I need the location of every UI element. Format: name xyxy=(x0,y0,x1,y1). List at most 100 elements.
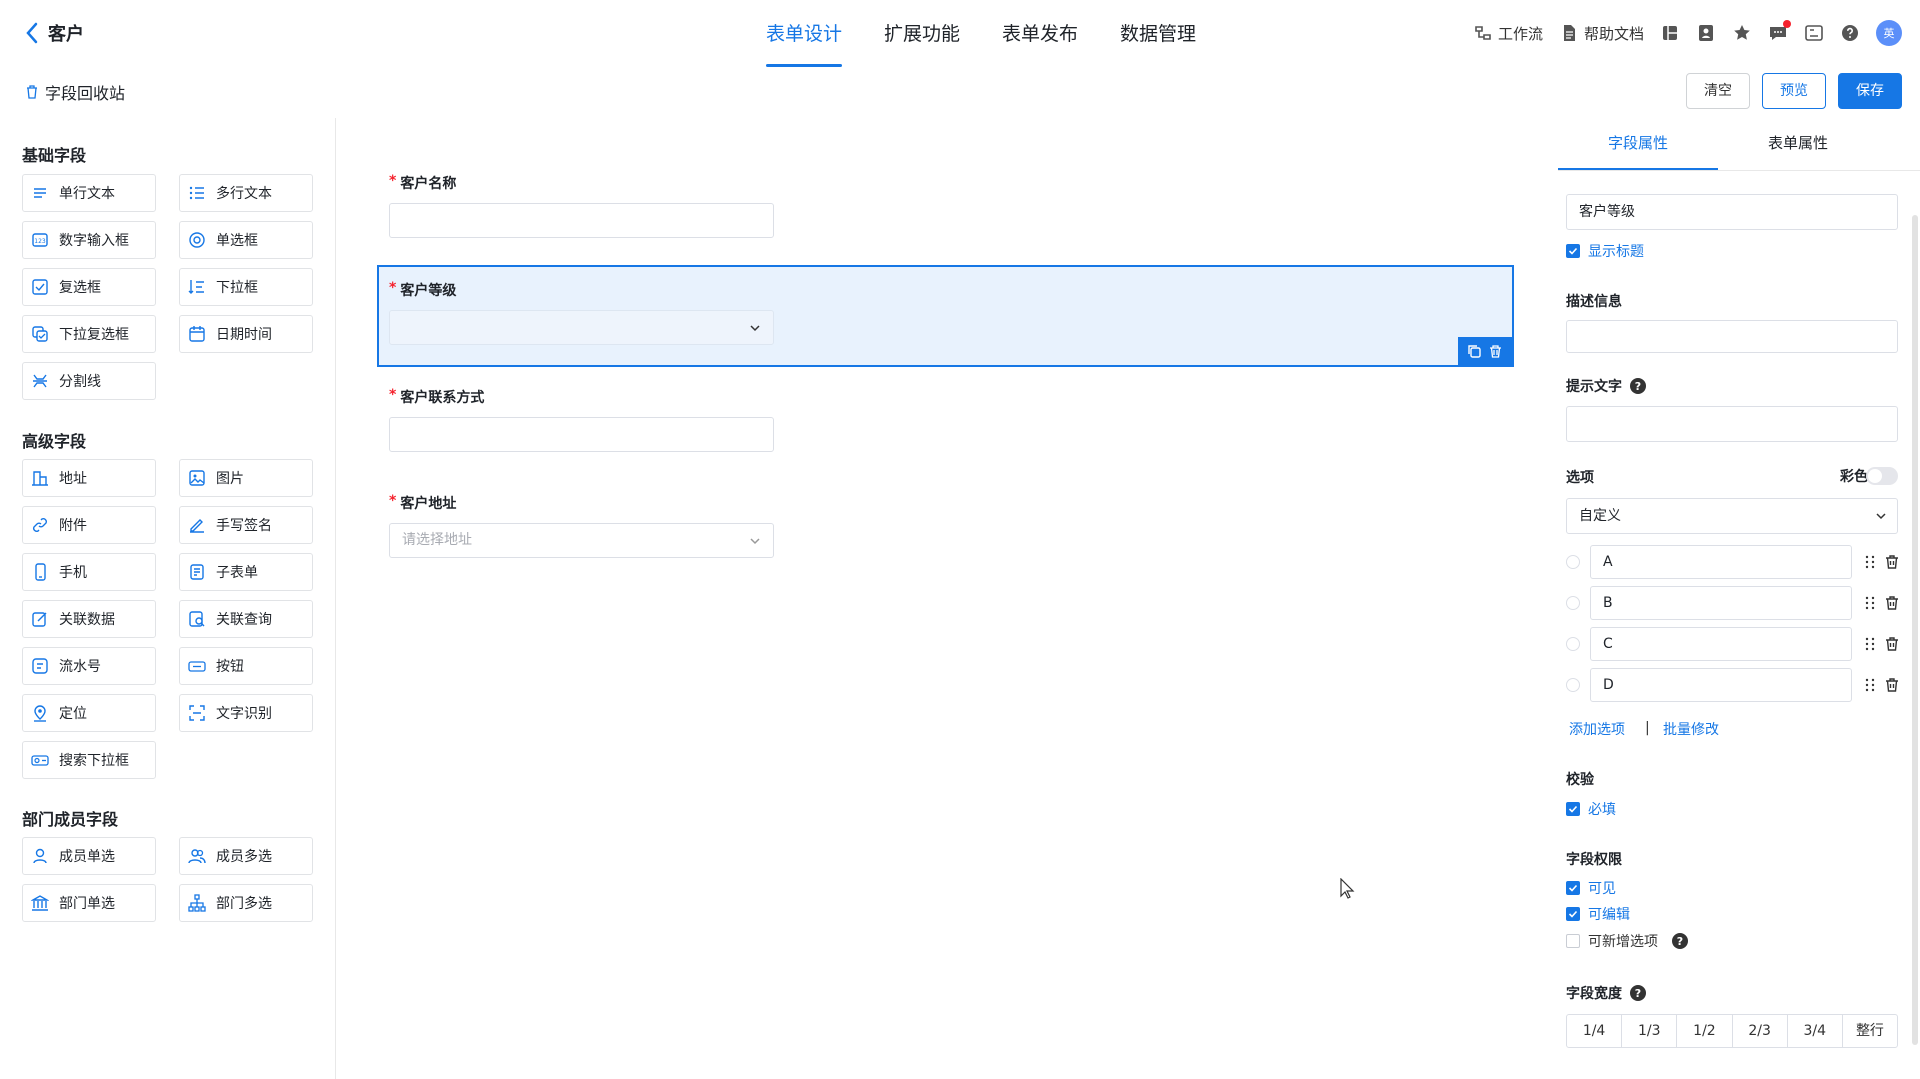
trash-icon[interactable] xyxy=(1884,595,1900,611)
trash-icon[interactable] xyxy=(1884,636,1900,652)
properties-scrollbar[interactable] xyxy=(1912,215,1918,1045)
form-field-customer-contact[interactable]: * 客户联系方式 xyxy=(389,387,774,452)
field-radio[interactable]: 单选框 xyxy=(179,221,313,259)
customer-contact-input[interactable] xyxy=(389,417,774,452)
drag-handle-icon[interactable] xyxy=(1862,636,1878,652)
save-button[interactable]: 保存 xyxy=(1838,73,1902,109)
width-option-three-quarters[interactable]: 3/4 xyxy=(1788,1015,1843,1047)
field-dropdown[interactable]: 下拉框 xyxy=(179,268,313,306)
field-mobile[interactable]: 手机 xyxy=(22,553,156,591)
preview-button[interactable]: 预览 xyxy=(1762,73,1826,109)
user-avatar[interactable]: 英 xyxy=(1876,20,1902,46)
contacts-button[interactable] xyxy=(1696,23,1716,43)
language-button[interactable] xyxy=(1804,23,1824,43)
field-multi-line-text[interactable]: 多行文本 xyxy=(179,174,313,212)
drag-handle-icon[interactable] xyxy=(1862,554,1878,570)
option-radio[interactable] xyxy=(1566,555,1580,569)
field-dropdown-checkbox[interactable]: 下拉复选框 xyxy=(22,315,156,353)
tab-data-management[interactable]: 数据管理 xyxy=(1099,0,1217,70)
drag-handle-icon[interactable] xyxy=(1862,595,1878,611)
messages-button[interactable] xyxy=(1768,20,1791,43)
help-doc-button[interactable]: 帮助文档 xyxy=(1559,23,1644,44)
option-radio[interactable] xyxy=(1566,678,1580,692)
favorites-button[interactable] xyxy=(1732,23,1752,43)
layout-button[interactable] xyxy=(1660,23,1680,43)
field-department-single[interactable]: 部门单选 xyxy=(22,884,156,922)
field-department-multi[interactable]: 部门多选 xyxy=(179,884,313,922)
help-button[interactable] xyxy=(1840,23,1860,43)
field-serial-number[interactable]: 流水号 xyxy=(22,647,156,685)
can-add-option-checkbox[interactable]: 可新增选项 ? xyxy=(1566,931,1688,951)
serial-icon xyxy=(32,658,48,674)
field-address[interactable]: 地址 xyxy=(22,459,156,497)
multi-check-icon xyxy=(32,326,48,342)
tab-form-properties[interactable]: 表单属性 xyxy=(1718,118,1878,170)
option-input[interactable]: A xyxy=(1590,545,1852,579)
help-icon[interactable]: ? xyxy=(1630,985,1646,1001)
field-signature[interactable]: 手写签名 xyxy=(179,506,313,544)
field-attachment[interactable]: 附件 xyxy=(22,506,156,544)
back-button[interactable]: 客户 xyxy=(24,20,84,46)
help-icon[interactable]: ? xyxy=(1672,933,1688,949)
required-checkbox[interactable]: 必填 xyxy=(1566,799,1616,819)
drag-handle-icon[interactable] xyxy=(1862,677,1878,693)
field-ocr[interactable]: 文字识别 xyxy=(179,694,313,732)
hint-text-input[interactable] xyxy=(1566,406,1898,442)
option-radio[interactable] xyxy=(1566,637,1580,651)
width-option-two-thirds[interactable]: 2/3 xyxy=(1733,1015,1788,1047)
option-input[interactable]: B xyxy=(1590,586,1852,620)
field-single-line-text[interactable]: 单行文本 xyxy=(22,174,156,212)
options-source-select[interactable]: 自定义 xyxy=(1566,498,1898,534)
width-option-half[interactable]: 1/2 xyxy=(1677,1015,1733,1047)
field-subform[interactable]: 子表单 xyxy=(179,553,313,591)
form-field-customer-name[interactable]: * 客户名称 xyxy=(389,173,774,238)
form-field-customer-level[interactable]: * 客户等级 xyxy=(389,280,774,345)
field-label: 附件 xyxy=(59,518,87,534)
field-recycle-bin-button[interactable]: 字段回收站 xyxy=(24,80,125,104)
description-input[interactable] xyxy=(1566,320,1898,353)
field-title-input[interactable]: 客户等级 xyxy=(1566,194,1898,230)
visible-checkbox[interactable]: 可见 xyxy=(1566,878,1616,898)
tab-form-design[interactable]: 表单设计 xyxy=(745,0,863,70)
customer-address-select[interactable]: 请选择地址 xyxy=(389,523,774,558)
field-member-single[interactable]: 成员单选 xyxy=(22,837,156,875)
field-label: 单行文本 xyxy=(59,186,115,202)
copy-icon[interactable] xyxy=(1467,344,1482,359)
field-related-query[interactable]: 关联查询 xyxy=(179,600,313,638)
customer-name-input[interactable] xyxy=(389,203,774,238)
field-title: * 客户等级 xyxy=(389,280,774,300)
field-image[interactable]: 图片 xyxy=(179,459,313,497)
trash-icon[interactable] xyxy=(1884,677,1900,693)
option-radio[interactable] xyxy=(1566,596,1580,610)
trash-icon[interactable] xyxy=(1884,554,1900,570)
checkbox-label: 可新增选项 xyxy=(1588,934,1658,950)
field-search-dropdown[interactable]: 搜索下拉框 xyxy=(22,741,156,779)
field-button[interactable]: 按钮 xyxy=(179,647,313,685)
field-location[interactable]: 定位 xyxy=(22,694,156,732)
tab-form-publish[interactable]: 表单发布 xyxy=(981,0,1099,70)
option-input[interactable]: C xyxy=(1590,627,1852,661)
field-divider[interactable]: 分割线 xyxy=(22,362,156,400)
customer-level-select[interactable] xyxy=(389,310,774,345)
field-member-multi[interactable]: 成员多选 xyxy=(179,837,313,875)
width-option-quarter[interactable]: 1/4 xyxy=(1567,1015,1623,1047)
batch-edit-link[interactable]: 批量修改 xyxy=(1663,719,1719,739)
field-number-input[interactable]: 123 数字输入框 xyxy=(22,221,156,259)
editable-checkbox[interactable]: 可编辑 xyxy=(1566,904,1630,924)
field-checkbox[interactable]: 复选框 xyxy=(22,268,156,306)
show-title-checkbox[interactable]: 显示标题 xyxy=(1566,241,1644,261)
help-icon[interactable]: ? xyxy=(1630,378,1646,394)
workflow-button[interactable]: 工作流 xyxy=(1473,23,1543,44)
add-option-link[interactable]: 添加选项 xyxy=(1569,719,1625,739)
tab-extensions[interactable]: 扩展功能 xyxy=(863,0,981,70)
delete-icon[interactable] xyxy=(1488,344,1503,359)
field-datetime[interactable]: 日期时间 xyxy=(179,315,313,353)
clear-button[interactable]: 清空 xyxy=(1686,73,1750,109)
field-related-data[interactable]: 关联数据 xyxy=(22,600,156,638)
tab-field-properties[interactable]: 字段属性 xyxy=(1558,118,1718,170)
option-input[interactable]: D xyxy=(1590,668,1852,702)
width-option-full-row[interactable]: 整行 xyxy=(1843,1015,1897,1047)
form-field-customer-address[interactable]: * 客户地址 请选择地址 xyxy=(389,493,774,558)
color-toggle[interactable] xyxy=(1866,467,1898,485)
width-option-third[interactable]: 1/3 xyxy=(1622,1015,1678,1047)
